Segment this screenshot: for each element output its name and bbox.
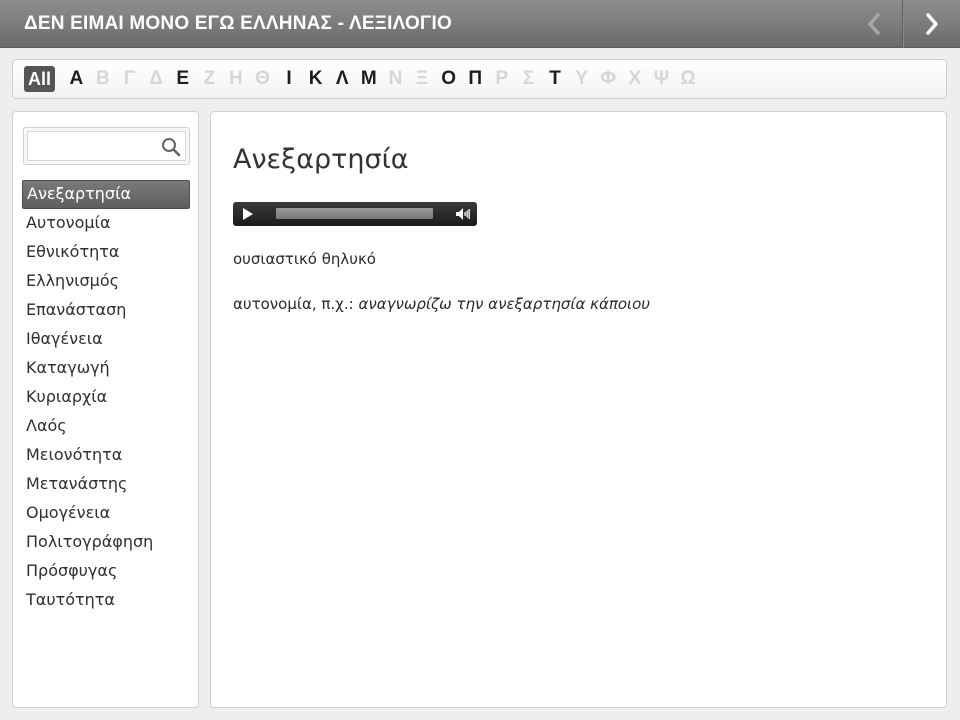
sidebar: Ανεξαρτησία Αυτονομία Εθνικότητα Ελληνισμός… [12,111,199,708]
letter-filter-10[interactable]: Κ [302,67,329,91]
chevron-left-icon [868,13,880,35]
word-list-item[interactable]: Ανεξαρτησία [22,180,190,209]
letter-filter-11[interactable]: Λ [329,67,356,91]
letter-filter-5[interactable]: Ε [169,67,196,91]
word-list-item[interactable]: Καταγωγή [22,354,190,383]
word-list-item[interactable]: Εθνικότητα [22,238,190,267]
letter-filter-15[interactable]: Ο [435,67,462,91]
letter-filter-13: Ν [388,68,403,89]
entry-panel: Ανεξαρτησία ουσιαστικό θηλυκό αυτονομία,… [210,111,947,708]
letter-filter-7: Η [229,68,243,89]
letter-filter-4: Δ [149,68,163,89]
letter-filter-16[interactable]: Π [462,67,489,91]
letter-filter-3: Γ [123,68,136,89]
letter-filter-22: Χ [628,68,642,89]
volume-icon[interactable] [456,208,470,220]
letter-filter-all[interactable]: All [24,66,56,92]
letter-filter-2: Β [96,68,110,89]
search-box [23,127,190,165]
letter-filter-20: Υ [575,68,588,89]
letter-filter-17: Ρ [495,68,509,89]
alphabet-filter-bar: All ΑΒΓΔΕΖΗΘΙΚΛΜΝΞΟΠΡΣΤΥΦΧΨΩ [12,59,947,99]
play-icon[interactable] [242,208,254,220]
word-list-item[interactable]: Ελληνισμός [22,267,190,296]
word-list-item[interactable]: Μετανάστης [22,470,190,499]
letter-list: ΑΒΓΔΕΖΗΘΙΚΛΜΝΞΟΠΡΣΤΥΦΧΨΩ [63,67,701,91]
definition-text: αυτονομία, π.χ.: [233,295,359,313]
previous-button[interactable] [846,0,903,48]
definition-example: αναγνωρίζω την ανεξαρτησία κάποιου [358,295,650,313]
audio-progress-track[interactable] [276,208,433,219]
next-button[interactable] [903,0,960,48]
title-bar: ΔΕΝ ΕΙΜΑΙ ΜΟΝΟ ΕΓΩ ΕΛΛΗΝΑΣ - ΛΕΞΙΛΟΓΙΟ [0,0,960,48]
letter-filter-8: Θ [255,68,270,89]
word-list-item[interactable]: Αυτονομία [22,209,190,238]
letter-filter-21: Φ [600,68,616,89]
word-list-item[interactable]: Ομογένεια [22,499,190,528]
word-list: Ανεξαρτησία Αυτονομία Εθνικότητα Ελληνισμός… [22,180,190,615]
word-list-item[interactable]: Πρόσφυγας [22,557,190,586]
chevron-right-icon [926,13,938,35]
word-list-item[interactable]: Κυριαρχία [22,383,190,412]
letter-filter-23: Ψ [653,68,670,89]
letter-filter-9[interactable]: Ι [276,67,303,91]
definition: αυτονομία, π.χ.: αναγνωρίζω την ανεξαρτη… [233,295,650,313]
nav-buttons [846,0,960,48]
word-list-item[interactable]: Ιθαγένεια [22,325,190,354]
word-list-item[interactable]: Λαός [22,412,190,441]
part-of-speech: ουσιαστικό θηλυκό [233,250,376,268]
letter-filter-6: Ζ [203,68,216,89]
letter-filter-12[interactable]: Μ [356,67,383,91]
search-icon[interactable] [161,137,181,157]
app-title: ΔΕΝ ΕΙΜΑΙ ΜΟΝΟ ΕΓΩ ΕΛΛΗΝΑΣ - ΛΕΞΙΛΟΓΙΟ [24,13,453,34]
word-list-item[interactable]: Μειονότητα [22,441,190,470]
word-list-item[interactable]: Πολιτογράφηση [22,528,190,557]
word-list-item[interactable]: Ταυτότητα [22,586,190,615]
letter-filter-1[interactable]: Α [63,67,90,91]
letter-filter-19[interactable]: Τ [542,67,569,91]
entry-title: Ανεξαρτησία [233,144,409,175]
letter-filter-18: Σ [522,68,535,89]
letter-filter-24: Ω [680,68,696,89]
word-list-item[interactable]: Επανάσταση [22,296,190,325]
audio-player [233,202,477,226]
letter-filter-14: Ξ [415,68,429,89]
